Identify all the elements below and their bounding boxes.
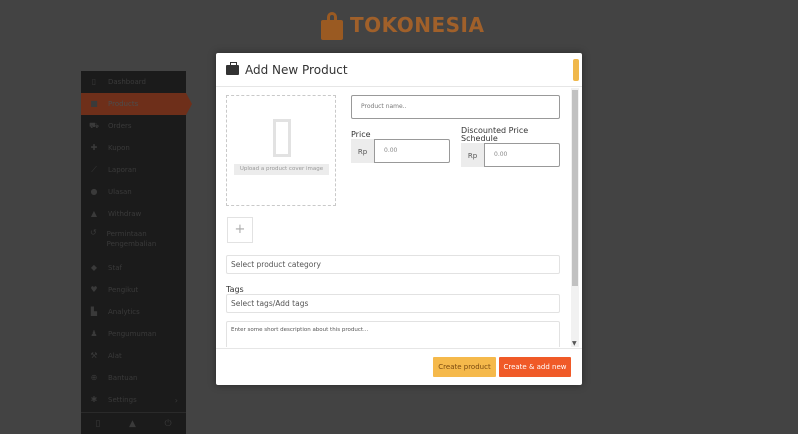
- tags-label: Tags: [226, 285, 244, 294]
- sidebar-item-label: Pengikut: [108, 286, 139, 294]
- lifebuoy-icon: ⊕: [90, 373, 98, 382]
- create-and-add-new-button[interactable]: Create & add new: [499, 357, 571, 377]
- briefcase-icon: [226, 61, 239, 75]
- sidebar-item-label: Alat: [108, 352, 122, 360]
- modal-scrollbar[interactable]: ▼: [571, 88, 579, 347]
- discount-price-input[interactable]: 0.00: [484, 143, 560, 167]
- sidebar-item-ulasan[interactable]: ● Ulasan: [81, 181, 186, 203]
- heart-icon: ♥: [90, 285, 98, 294]
- scroll-handle[interactable]: [573, 59, 579, 81]
- sidebar-item-pengumuman[interactable]: ♟ Pengumuman: [81, 323, 186, 345]
- mobile-icon: ▯: [91, 77, 97, 86]
- sidebar-item-label: Products: [108, 100, 139, 108]
- sidebar-item-orders[interactable]: ⛟ Orders: [81, 115, 186, 137]
- discount-schedule-link[interactable]: Schedule: [461, 135, 498, 143]
- price-currency: Rp: [351, 139, 374, 163]
- sidebar-item-permintaan-pengembalian[interactable]: ↺ Permintaan Pengembalian: [81, 225, 186, 257]
- price-label: Price: [351, 130, 371, 139]
- price-input-group: Rp 0.00: [351, 139, 450, 163]
- create-product-button[interactable]: Create product: [433, 357, 496, 377]
- product-name-input[interactable]: Product name..: [351, 95, 560, 119]
- analytics-icon: ▙: [90, 307, 98, 316]
- chevron-right-icon: ›: [174, 395, 178, 405]
- undo-icon: ↺: [89, 228, 97, 237]
- sidebar: ▯ Dashboard ■ Products ⛟ Orders ✚ Kupon ⟋ Lap…: [81, 71, 192, 434]
- add-product-modal: Add New Product Upload a product cover i…: [216, 53, 582, 385]
- upload-icon: ▲: [90, 209, 98, 218]
- sidebar-item-laporan[interactable]: ⟋ Laporan: [81, 159, 186, 181]
- chart-icon: ⟋: [91, 165, 97, 174]
- power-icon[interactable]: ⏻: [165, 419, 172, 429]
- sidebar-item-settings[interactable]: ✱ Settings ›: [81, 389, 186, 411]
- sidebar-item-bantuan[interactable]: ⊕ Bantuan: [81, 367, 186, 389]
- modal-body: Upload a product cover image Product nam…: [216, 88, 582, 347]
- sidebar-item-pengikut[interactable]: ♥ Pengikut: [81, 279, 186, 301]
- sidebar-item-label: Withdraw: [108, 210, 142, 218]
- sidebar-item-label: Laporan: [108, 166, 137, 174]
- sidebar-item-label: Pengumuman: [108, 330, 157, 338]
- sidebar-item-label: Ulasan: [108, 188, 132, 196]
- users-icon: ◆: [90, 263, 98, 272]
- image-placeholder-icon: [273, 119, 291, 157]
- cover-upload-label: Upload a product cover image: [234, 164, 329, 175]
- brand-logo: TOKONESIA: [318, 8, 484, 42]
- gift-icon: ✚: [90, 143, 98, 152]
- sidebar-item-kupon[interactable]: ✚ Kupon: [81, 137, 186, 159]
- sidebar-item-label: Staf: [108, 264, 122, 272]
- add-gallery-image-button[interactable]: +: [227, 217, 253, 243]
- bell-icon: ♟: [90, 329, 98, 338]
- sidebar-footer: ▯ ▲ ⏻: [81, 412, 186, 434]
- modal-footer: Create product Create & add new: [216, 348, 582, 385]
- sidebar-item-label: Bantuan: [108, 374, 138, 382]
- modal-title: Add New Product: [245, 62, 348, 77]
- sidebar-item-dashboard[interactable]: ▯ Dashboard: [81, 71, 186, 93]
- sidebar-item-staf[interactable]: ◆ Staf: [81, 257, 186, 279]
- price-input[interactable]: 0.00: [374, 139, 450, 163]
- discount-input-group: Rp 0.00: [461, 143, 560, 167]
- cart-icon: ⛟: [89, 121, 100, 130]
- product-cover-upload[interactable]: Upload a product cover image: [226, 95, 336, 206]
- comments-icon: ●: [90, 187, 98, 196]
- discount-currency: Rp: [461, 143, 484, 167]
- brand-name: TOKONESIA: [350, 13, 485, 37]
- gear-icon: ✱: [90, 395, 98, 404]
- sidebar-item-label: Analytics: [108, 308, 140, 316]
- scroll-down-icon[interactable]: ▼: [572, 340, 577, 347]
- user-icon[interactable]: ▲: [129, 419, 136, 429]
- sidebar-item-label: Permintaan Pengembalian: [106, 230, 157, 248]
- short-description-input[interactable]: Enter some short description about this …: [226, 321, 560, 347]
- wrench-icon: ⚒: [90, 351, 98, 360]
- scrollbar-thumb[interactable]: [572, 90, 578, 286]
- sidebar-item-alat[interactable]: ⚒ Alat: [81, 345, 186, 367]
- product-category-select[interactable]: Select product category: [226, 255, 560, 274]
- sidebar-item-label: Dashboard: [108, 78, 146, 86]
- modal-header: Add New Product: [216, 53, 582, 87]
- sidebar-item-label: Kupon: [108, 144, 130, 152]
- sidebar-item-products[interactable]: ■ Products: [81, 93, 192, 115]
- mobile-icon[interactable]: ▯: [95, 419, 100, 429]
- sidebar-item-withdraw[interactable]: ▲ Withdraw: [81, 203, 186, 225]
- shopping-bag-icon: [318, 10, 346, 40]
- briefcase-icon: ■: [90, 99, 98, 108]
- sidebar-item-label: Settings: [108, 396, 137, 404]
- sidebar-item-analytics[interactable]: ▙ Analytics: [81, 301, 186, 323]
- sidebar-item-label: Orders: [108, 122, 132, 130]
- tags-select[interactable]: Select tags/Add tags: [226, 294, 560, 313]
